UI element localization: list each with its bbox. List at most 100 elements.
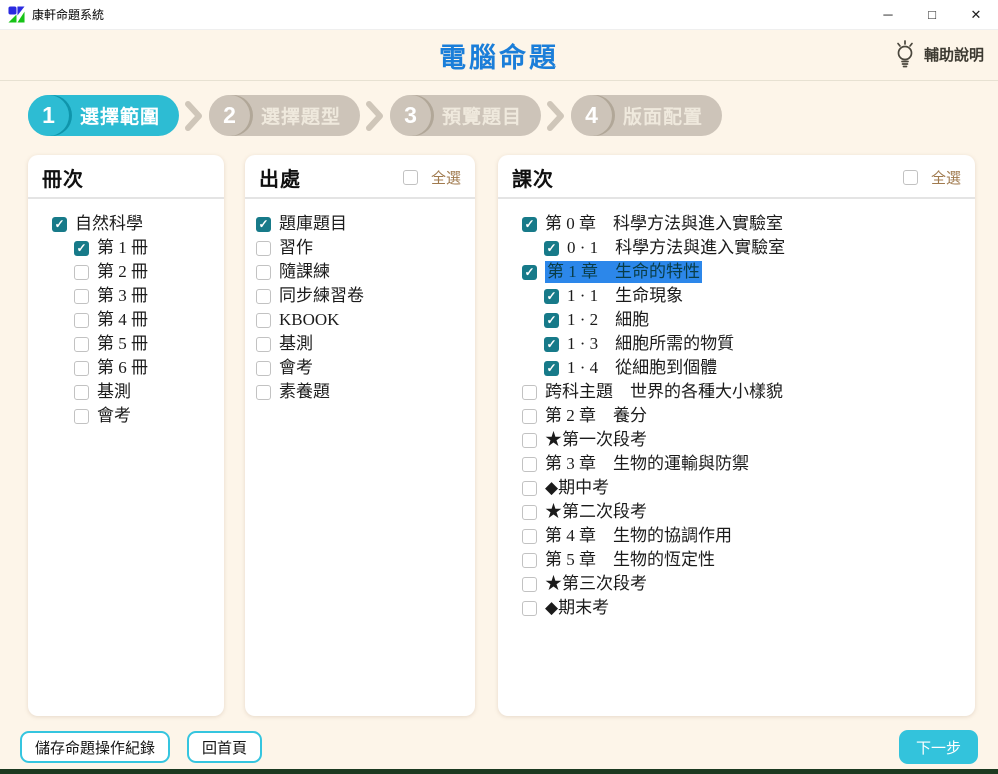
checkbox-unchecked[interactable] [256,289,271,304]
checkbox-row[interactable]: ✓第 1 冊 [52,236,218,260]
checkbox-label: 1 · 3 細胞所需的物質 [567,333,734,355]
checkbox-label: 第 0 章 科學方法與進入實驗室 [545,213,783,235]
checkbox-unchecked[interactable] [522,385,537,400]
checkbox-row[interactable]: ✓自然科學 [52,212,218,236]
checkbox-label: KBOOK [279,309,339,331]
minimize-button[interactable]: ─ [866,0,910,30]
checkbox-row[interactable]: 第 4 章 生物的協調作用 [522,524,969,548]
checkbox-unchecked[interactable] [522,577,537,592]
select-all-source-checkbox[interactable] [403,170,418,185]
checkbox-row[interactable]: ◆期末考 [522,596,969,620]
checkbox-row[interactable]: 會考 [256,356,469,380]
checkbox-row[interactable]: ✓ 第 0 章 科學方法與進入實驗室 [522,212,969,236]
checkbox-checked[interactable]: ✓ [544,289,559,304]
maximize-button[interactable]: □ [910,0,954,30]
checkbox-row[interactable]: 同步練習卷 [256,284,469,308]
checkbox-row[interactable]: 基測 [256,332,469,356]
checkbox-row[interactable]: 第 3 章 生物的運輸與防禦 [522,452,969,476]
checkbox-row[interactable]: 跨科主題 世界的各種大小樣貌 [522,380,969,404]
checkbox-row[interactable]: 第 2 章 養分 [522,404,969,428]
checkbox-row[interactable]: ◆期中考 [522,476,969,500]
checkbox-checked[interactable]: ✓ [544,361,559,376]
checkbox-unchecked[interactable] [256,241,271,256]
checkbox-unchecked[interactable] [522,433,537,448]
checkbox-checked[interactable]: ✓ [544,241,559,256]
checkbox-unchecked[interactable] [256,361,271,376]
checkbox-unchecked[interactable] [256,313,271,328]
checkbox-unchecked[interactable] [522,505,537,520]
checkbox-checked[interactable]: ✓ [522,265,537,280]
step-4-pill[interactable]: 4版面配置 [571,95,722,136]
checkbox-row[interactable]: 隨課練 [256,260,469,284]
checkbox-row[interactable]: 習作 [256,236,469,260]
select-all-lesson-checkbox[interactable] [903,170,918,185]
checkbox-row[interactable]: 會考 [52,404,218,428]
step-2-pill[interactable]: 2選擇題型 [209,95,360,136]
checkbox-label: ◆期中考 [545,477,609,499]
checkbox-unchecked[interactable] [522,601,537,616]
step-label: 選擇題型 [261,102,341,129]
step-3-pill[interactable]: 3 預覽題目 [390,95,541,136]
home-button[interactable]: 回首頁 [187,731,262,763]
checkbox-unchecked[interactable] [74,313,89,328]
checkbox-unchecked[interactable] [522,529,537,544]
app-logo-icon [8,6,25,23]
checkbox-unchecked[interactable] [522,457,537,472]
checkbox-row[interactable]: ✓ 0 · 1 科學方法與進入實驗室 [522,236,969,260]
checkbox-row[interactable]: ✓題庫題目 [256,212,469,236]
checkbox-checked[interactable]: ✓ [52,217,67,232]
checkbox-unchecked[interactable] [74,385,89,400]
checkbox-row[interactable]: ✓1 · 4 從細胞到個體 [522,356,969,380]
help-button[interactable]: 輔助說明 [892,40,984,68]
checkbox-checked[interactable]: ✓ [544,313,559,328]
checkbox-checked[interactable]: ✓ [522,217,537,232]
checkbox-row[interactable]: ✓ 1 · 3 細胞所需的物質 [522,332,969,356]
checkbox-unchecked[interactable] [256,265,271,280]
checkbox-checked[interactable]: ✓ [74,241,89,256]
checkbox-unchecked[interactable] [74,337,89,352]
step-label: 版面配置 [623,102,703,129]
checkbox-row[interactable]: 第 6 冊 [52,356,218,380]
checkbox-checked[interactable]: ✓ [256,217,271,232]
checkbox-unchecked[interactable] [256,337,271,352]
checkbox-row[interactable]: 基測 [52,380,218,404]
checkbox-label: 習作 [279,237,313,259]
chevron-right-icon [366,101,384,131]
checkbox-row[interactable]: ★第二次段考 [522,500,969,524]
checkbox-row[interactable]: 素養題 [256,380,469,404]
checkbox-row[interactable]: 第 3 冊 [52,284,218,308]
step-1-pill[interactable]: 1選擇範圍 [28,95,179,136]
close-button[interactable]: ✕ [954,0,998,30]
checkbox-row[interactable]: ✓1 · 1 生命現象 [522,284,969,308]
checkbox-row[interactable]: ✓1 · 2 細胞 [522,308,969,332]
checkbox-row[interactable]: 第 5 章 生物的恆定性 [522,548,969,572]
checkbox-unchecked[interactable] [74,265,89,280]
checkbox-row[interactable]: ★第一次段考 [522,428,969,452]
step-number: 3 [390,95,431,136]
checkbox-unchecked[interactable] [256,385,271,400]
checkbox-unchecked[interactable] [74,361,89,376]
checkbox-unchecked[interactable] [522,553,537,568]
panel-source: 出處 全選 ✓題庫題目習作隨課練同步練習卷KBOOK基測會考素養題 [245,155,475,716]
checkbox-unchecked[interactable] [74,289,89,304]
select-all-source: 全選 [403,167,461,188]
checkbox-label: 0 · 1 科學方法與進入實驗室 [567,237,785,259]
checkbox-row[interactable]: KBOOK [256,308,469,332]
checkbox-label: ★第二次段考 [545,501,647,523]
next-step-button[interactable]: 下一步 [899,730,978,764]
checkbox-row[interactable]: 第 5 冊 [52,332,218,356]
step-label: 預覽題目 [442,102,522,129]
checkbox-unchecked[interactable] [522,481,537,496]
checkbox-row[interactable]: 第 4 冊 [52,308,218,332]
checkbox-label: 基測 [279,333,313,355]
checkbox-row[interactable]: 第 2 冊 [52,260,218,284]
checkbox-checked[interactable]: ✓ [544,337,559,352]
panel-volume-header: 冊次 [28,155,224,199]
checkbox-label: 基測 [97,381,131,403]
checkbox-label: 第 5 冊 [97,333,148,355]
checkbox-unchecked[interactable] [74,409,89,424]
checkbox-row[interactable]: ★第三次段考 [522,572,969,596]
checkbox-row[interactable]: ✓第 1 章 生命的特性 [522,260,969,284]
checkbox-unchecked[interactable] [522,409,537,424]
save-log-button[interactable]: 儲存命題操作紀錄 [20,731,170,763]
